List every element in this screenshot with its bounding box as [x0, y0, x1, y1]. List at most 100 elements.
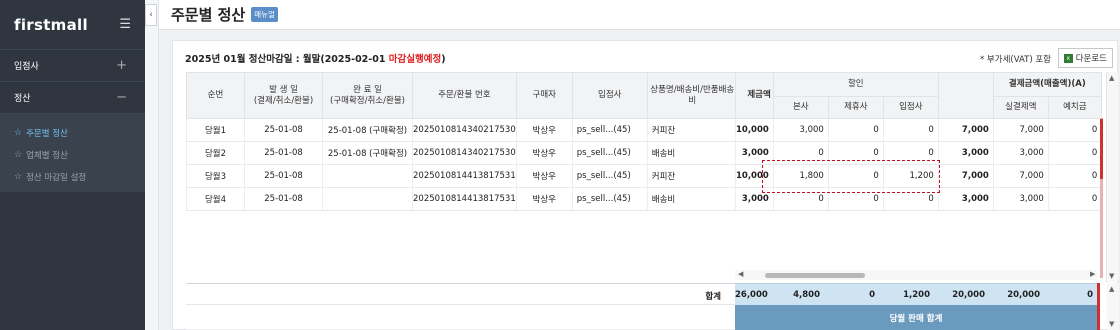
cell-order-no[interactable]: 2025010814340217530: [412, 118, 517, 142]
cell-seller: ps_sell...(45): [571, 118, 648, 142]
manual-badge[interactable]: 매뉴얼: [251, 7, 278, 22]
scroll-right-icon[interactable]: ▶: [1090, 270, 1095, 278]
col-buyer: 구매자: [515, 72, 573, 119]
table-row: 3,000 0 0 0 3,000 3,000 0: [735, 141, 1102, 165]
logo[interactable]: firstmall: [14, 16, 88, 34]
page-header: 주문별 정산 매뉴얼: [159, 0, 1120, 30]
total-deposit: 0: [1087, 290, 1093, 300]
horizontal-scroll-thumb[interactable]: [765, 273, 865, 278]
cell-discount-hq: 0: [772, 187, 829, 211]
total-discount-partner: 0: [869, 290, 875, 300]
cell-real: 3,000: [992, 187, 1049, 211]
cell-seller: ps_sell...(45): [571, 164, 648, 188]
star-icon: ☆: [14, 150, 23, 160]
vat-note: * 부가세(VAT) 포함: [979, 55, 1051, 65]
cell-seq: 당월3: [186, 164, 245, 188]
sidebar-group-settlement[interactable]: 정산 −: [0, 82, 145, 114]
cell-order-no[interactable]: 2025010814413817531: [412, 187, 517, 211]
vertical-scroll-thumb[interactable]: [1100, 119, 1103, 179]
col-discount-seller: 입점사: [882, 96, 939, 119]
amount-table: 제금액 할인 결제금액(매출액)(A) 본사 제휴사 입점사 실결제액 예치금 …: [735, 72, 1102, 211]
total-settle: 20,000: [952, 290, 985, 300]
cell-settle: 3,000: [937, 187, 994, 211]
cell-pay: 3,000: [735, 141, 774, 165]
col-real-payment: 실결제액: [992, 96, 1049, 119]
table-row: 3,000 0 0 0 3,000 3,000 0: [735, 187, 1102, 211]
cell-settle: 7,000: [937, 118, 994, 142]
table-row: 당월2 25-01-08 25-01-08 (구매확정) 20250108143…: [186, 141, 738, 165]
cell-pay: 10,000: [735, 164, 774, 188]
star-icon: ☆: [14, 128, 23, 138]
cell-seller: ps_sell...(45): [571, 141, 648, 165]
sidebar-item-order-settlement[interactable]: ☆ 주문별 정산: [0, 122, 145, 144]
cell-item: 커피잔: [646, 118, 738, 142]
totals-row: 합계: [186, 283, 735, 305]
col-complete-date: 완 료 일 (구매확정/취소/환불): [322, 72, 413, 119]
download-button[interactable]: x 다운로드: [1057, 48, 1113, 68]
collapse-icon[interactable]: −: [116, 90, 127, 105]
logo-row: firstmall ☰: [0, 0, 145, 50]
col-discount-partner: 제휴사: [827, 96, 884, 119]
period-info: 2025년 01월 정산마감일 : 월말(2025-02-01 마감실행예정): [185, 51, 446, 65]
cell-seq: 당월2: [186, 141, 245, 165]
bottom-scrollbar[interactable]: ▲ ▼: [1107, 283, 1119, 330]
sidebar-submenu: ☆ 주문별 정산 ☆ 업체별 정산 ☆ 정산 마감일 설정: [0, 114, 145, 192]
cell-real: 7,000: [992, 164, 1049, 188]
cell-discount-seller: 1,200: [882, 164, 939, 188]
cell-deposit: 0: [1047, 187, 1102, 211]
col-discount-hq: 본사: [772, 96, 829, 119]
sidebar-item-closing-date[interactable]: ☆ 정산 마감일 설정: [0, 166, 145, 188]
table-row: 10,000 1,800 0 1,200 7,000 7,000 0: [735, 164, 1102, 188]
cell-complete: [322, 164, 413, 188]
cell-buyer: 박상우: [515, 164, 573, 188]
scroll-left-icon[interactable]: ◀: [738, 270, 743, 278]
order-info-table: 순번 발 생 일 (결제/취소/환불) 완 료 일 (구매확정/취소/환불) 주…: [186, 72, 738, 211]
table-row: 당월3 25-01-08 2025010814413817531 박상우 ps_…: [186, 164, 738, 188]
cell-discount-partner: 0: [827, 118, 884, 142]
totals-label: 합계: [705, 292, 721, 302]
period-suffix: ): [441, 54, 446, 65]
sidebar: firstmall ☰ 입점사 + 정산 − ☆ 주문별 정산 ☆ 업체별 정산…: [0, 0, 145, 330]
cell-seq: 당월1: [186, 118, 245, 142]
month-total-bar: 당월 판매 합계: [735, 305, 1097, 330]
col-seller: 입점사: [571, 72, 648, 119]
cell-deposit: 0: [1047, 141, 1102, 165]
expand-icon[interactable]: +: [116, 58, 127, 73]
cell-occur: 25-01-08: [244, 164, 323, 188]
outer-scrollbar[interactable]: ▲ ▼: [1106, 72, 1118, 282]
cell-deposit: 0: [1047, 118, 1102, 142]
cell-settle: 3,000: [937, 141, 994, 165]
sidebar-group-seller[interactable]: 입점사 +: [0, 50, 145, 82]
cell-complete: [322, 187, 413, 211]
cell-discount-hq: 1,800: [772, 164, 829, 188]
cell-discount-partner: 0: [827, 141, 884, 165]
scroll-up-icon[interactable]: ▲: [1109, 74, 1114, 82]
cell-discount-hq: 0: [772, 141, 829, 165]
cell-order-no[interactable]: 2025010814340217530: [412, 141, 517, 165]
totals-values: 26,000 4,800 0 1,200 20,000 20,000 0: [735, 283, 1097, 305]
cell-item: 커피잔: [646, 164, 738, 188]
cell-real: 3,000: [992, 141, 1049, 165]
hamburger-menu-icon[interactable]: ☰: [119, 17, 131, 32]
scroll-down-icon[interactable]: ▼: [1109, 320, 1114, 328]
cell-buyer: 박상우: [515, 187, 573, 211]
cell-deposit: 0: [1047, 164, 1102, 188]
cell-settle: 7,000: [937, 164, 994, 188]
col-seq: 순번: [186, 72, 245, 119]
sidebar-item-vendor-settlement[interactable]: ☆ 업체별 정산: [0, 144, 145, 166]
period-text: 2025년 01월 정산마감일 : 월말(2025-02-01: [185, 54, 389, 65]
cell-complete: 25-01-08 (구매확정): [322, 141, 413, 165]
col-discount: 할인: [772, 72, 939, 97]
collapse-sidebar-button[interactable]: ‹: [145, 4, 157, 26]
sidebar-item-label: 정산 마감일 설정: [26, 173, 87, 183]
scroll-down-icon[interactable]: ▼: [1109, 272, 1114, 280]
closing-status: 마감실행예정: [388, 54, 442, 65]
scroll-up-icon[interactable]: ▲: [1109, 285, 1114, 293]
cell-order-no[interactable]: 2025010814413817531: [412, 164, 517, 188]
sidebar-group-label: 입점사: [14, 62, 39, 72]
cell-discount-hq: 3,000: [772, 118, 829, 142]
cell-discount-seller: 0: [882, 141, 939, 165]
cell-buyer: 박상우: [515, 141, 573, 165]
cell-occur: 25-01-08: [244, 141, 323, 165]
sidebar-group-label: 정산: [14, 94, 31, 104]
